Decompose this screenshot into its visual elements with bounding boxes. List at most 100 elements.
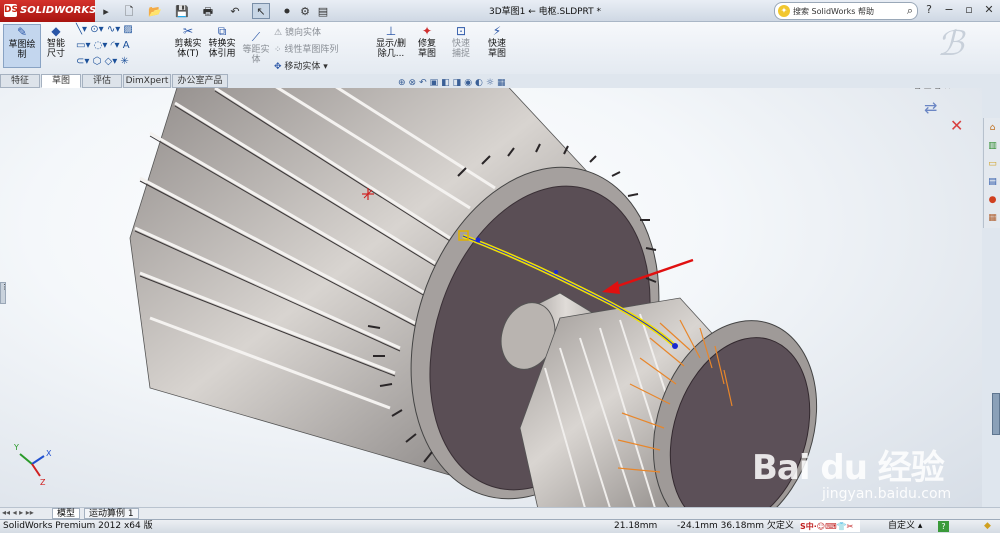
select-cursor-icon[interactable]: ↖: [252, 3, 270, 19]
tab-scroll-arrows[interactable]: ◂◂ ◂ ▸ ▸▸: [2, 508, 34, 517]
notification-icon[interactable]: ◆: [984, 520, 991, 533]
arc-icon[interactable]: ◌▾: [94, 40, 108, 51]
hide-show-icon[interactable]: ◉: [464, 78, 475, 88]
view-settings-icon[interactable]: ▦: [497, 78, 509, 88]
model-tabs-bar: ◂◂ ◂ ▸ ▸▸ 模型 运动算例 1: [0, 507, 1000, 519]
tab-features[interactable]: 特征: [0, 74, 40, 88]
fillet-icon[interactable]: ◜▾: [111, 40, 120, 51]
search-logo-icon: ✦: [778, 5, 790, 17]
expand-arrow-icon[interactable]: ▸: [97, 3, 115, 19]
close-icon[interactable]: ✕: [982, 3, 996, 18]
convert-entities-button[interactable]: ⧉ 转换实体引用: [205, 24, 239, 59]
repair-icon: ✦: [421, 24, 433, 38]
title-bar: DS SOLIDWORKS ▸ 🗋 📂 💾 🖶 ↶ ↖ ⚫ ⚙ ▤ 3D草图1 ←…: [0, 0, 1000, 22]
ds-watermark-icon: ℬ: [937, 24, 964, 64]
spline-icon[interactable]: ∿▾: [107, 24, 120, 35]
help-icon[interactable]: ?: [938, 521, 949, 532]
view-orientation-icon[interactable]: ◧: [441, 78, 453, 88]
linear-pattern-button[interactable]: ⁘ 线性草图阵列: [274, 42, 338, 55]
offset-entities-button[interactable]: ⟋ 等距实体: [241, 30, 271, 65]
file-properties-icon[interactable]: ▤: [314, 3, 332, 19]
sketch-point-3: [672, 343, 678, 349]
rectangle-icon[interactable]: ▭▾: [76, 40, 90, 51]
hatch-icon[interactable]: ▨: [123, 24, 132, 35]
search-icon[interactable]: ⌕: [907, 4, 913, 18]
tab-sketch[interactable]: 草图: [41, 74, 81, 88]
tab-office-products[interactable]: 办公室产品: [172, 74, 228, 88]
tab-dimxpert[interactable]: DimXpert: [123, 74, 171, 88]
tab-evaluate[interactable]: 评估: [82, 74, 122, 88]
scene-icon[interactable]: ☼: [486, 78, 497, 88]
heads-up-view-toolbar: ⊕⊗↶▣◧◨◉◐☼▦: [398, 78, 598, 92]
display-style-icon[interactable]: ◨: [453, 78, 465, 88]
rapid-sketch-icon: ⚡: [492, 24, 502, 38]
mirror-icon: ⚠: [274, 28, 283, 38]
rapid-sketch-button[interactable]: ⚡ 快速草图: [480, 24, 514, 59]
display-delete-relations-button[interactable]: ⊥ 显示/删除几...: [374, 24, 408, 59]
slot-icon[interactable]: ⊂▾: [76, 56, 89, 67]
undo-icon[interactable]: ↶: [226, 3, 244, 19]
mirror-entities-button[interactable]: ⚠ 镜向实体: [274, 25, 321, 38]
point-icon[interactable]: ✳: [120, 56, 128, 67]
line-icon[interactable]: ╲▾: [76, 24, 87, 35]
custom-properties-icon[interactable]: ▦: [986, 212, 999, 225]
logo-text: SOLIDWORKS: [20, 5, 97, 16]
smart-dimension-button[interactable]: ◆ 智能尺寸: [42, 24, 70, 59]
sketch-point-2: [554, 270, 558, 274]
document-title: 3D草图1 ← 电枢.SLDPRT *: [488, 7, 602, 17]
exit-sketch-icon[interactable]: ⇄: [924, 98, 937, 117]
sketch-tools-row-1: ╲▾ ⊙▾ ∿▾ ▨: [76, 24, 171, 35]
sketch-label: 草图绘制: [8, 40, 36, 60]
smart-dimension-label: 智能尺寸: [46, 39, 65, 59]
circle-icon[interactable]: ⊙▾: [90, 24, 103, 35]
appearances-icon[interactable]: ●: [986, 194, 999, 207]
cancel-sketch-icon[interactable]: ✕: [950, 116, 963, 135]
product-version: SolidWorks Premium 2012 x64 版: [3, 521, 153, 531]
file-explorer-icon[interactable]: ▭: [986, 158, 999, 171]
convert-label: 转换实体引用: [208, 39, 236, 59]
svg-text:Y: Y: [13, 443, 19, 452]
move-label: 移动实体: [284, 62, 321, 72]
help-question-icon[interactable]: ?: [922, 3, 936, 18]
new-file-icon[interactable]: 🗋: [120, 3, 138, 19]
quick-snaps-button[interactable]: ⊡ 快速捕捉: [446, 24, 476, 59]
tab-model[interactable]: 模型: [52, 508, 81, 519]
repair-sketch-button[interactable]: ✦ 修复草图: [411, 24, 443, 59]
sketch-button[interactable]: ✎ 草图绘制: [3, 24, 41, 68]
solidworks-resources-icon[interactable]: ⌂: [986, 122, 999, 135]
command-manager-tabs: 特征 草图 评估 DimXpert 办公室产品: [0, 74, 230, 88]
status-bar: SolidWorks Premium 2012 x64 版 21.18mm -2…: [0, 519, 1000, 533]
zoom-fit-icon[interactable]: ⊕: [398, 78, 409, 88]
text-icon[interactable]: A: [123, 40, 130, 51]
previous-view-icon[interactable]: ↶: [419, 78, 430, 88]
sketch-length: 21.18mm: [614, 521, 658, 531]
units-dropdown[interactable]: 自定义 ▴: [888, 520, 922, 533]
help-search-input[interactable]: ✦ 搜索 SolidWorks 帮助 ⌕: [774, 2, 918, 20]
solidworks-logo[interactable]: DS SOLIDWORKS: [0, 0, 97, 22]
plane-icon[interactable]: ◇▾: [105, 56, 118, 67]
print-icon[interactable]: 🖶: [199, 3, 217, 19]
move-entities-button[interactable]: ✥ 移动实体 ▾: [274, 59, 328, 72]
traffic-light-icon[interactable]: ⚫: [278, 3, 296, 19]
units-label: 自定义: [888, 521, 916, 531]
design-library-icon[interactable]: ▥: [986, 140, 999, 153]
polygon-icon[interactable]: ⬡: [93, 56, 102, 67]
appearance-icon[interactable]: ◐: [475, 78, 486, 88]
tab-motion-study[interactable]: 运动算例 1: [84, 508, 139, 519]
view-palette-icon[interactable]: ▤: [986, 176, 999, 189]
viewport-window-buttons[interactable]: ⧉ ▭ ▫ ✕: [914, 88, 951, 92]
open-folder-icon[interactable]: 📂: [146, 3, 164, 19]
sketch-point-1: [475, 237, 481, 243]
minimize-icon[interactable]: −: [942, 3, 956, 18]
task-pane-handle[interactable]: [992, 393, 1000, 435]
ime-toolbar[interactable]: S中·☺⌨👕✂: [800, 520, 860, 532]
section-view-icon[interactable]: ▣: [430, 78, 442, 88]
zoom-area-icon[interactable]: ⊗: [409, 78, 420, 88]
baidu-watermark: Bai du 经验: [752, 448, 945, 488]
restore-icon[interactable]: ▫: [962, 3, 976, 18]
save-icon[interactable]: 💾: [173, 3, 191, 19]
trim-label: 剪裁实体(T): [174, 39, 202, 59]
options-icon[interactable]: ⚙: [296, 3, 314, 19]
trim-entities-button[interactable]: ✂ 剪裁实体(T): [172, 24, 204, 59]
feature-manager-handle[interactable]: ⋮: [0, 282, 8, 304]
